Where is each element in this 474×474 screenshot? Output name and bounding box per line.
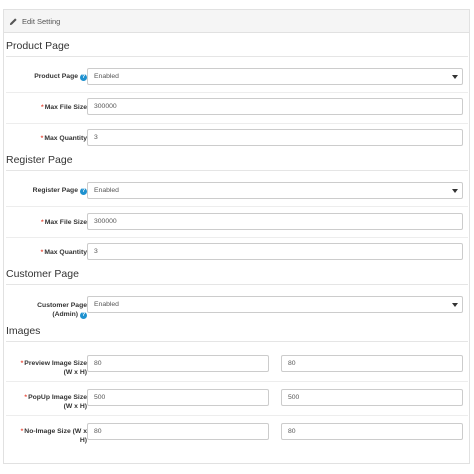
label-max-quantity: *Max Quantity bbox=[40, 249, 87, 256]
row-divider bbox=[6, 206, 468, 207]
input-value: 3 bbox=[94, 134, 98, 141]
panel-heading: Edit Setting bbox=[4, 10, 469, 33]
register-page-select[interactable]: Enabled bbox=[87, 182, 463, 199]
label-preview-image-size: *Preview Image Size (W x H) bbox=[20, 360, 87, 376]
required-marker: * bbox=[41, 219, 44, 226]
section-title-product: Product Page bbox=[6, 40, 70, 52]
help-icon[interactable]: ? bbox=[80, 188, 87, 195]
row-divider bbox=[6, 92, 468, 93]
caret-down-icon bbox=[452, 189, 458, 193]
input-value: 80 bbox=[94, 428, 102, 435]
label-max-file-size: *Max File Size bbox=[41, 219, 87, 226]
label-popup-image-size: *PopUp Image Size (W x H) bbox=[24, 394, 87, 410]
section-divider bbox=[6, 170, 468, 171]
help-icon[interactable]: ? bbox=[80, 312, 87, 319]
panel-heading-text: Edit Setting bbox=[22, 16, 61, 26]
customer-page-select[interactable]: Enabled bbox=[87, 296, 463, 313]
popup-width-input[interactable]: 500 bbox=[87, 389, 269, 406]
input-value: 80 bbox=[288, 428, 296, 435]
product-max-file-size-input[interactable]: 300000 bbox=[87, 98, 463, 115]
product-page-select[interactable]: Enabled bbox=[87, 68, 463, 85]
row-divider bbox=[6, 415, 468, 416]
register-max-file-size-input[interactable]: 300000 bbox=[87, 213, 463, 230]
preview-width-input[interactable]: 80 bbox=[87, 355, 269, 372]
input-value: 3 bbox=[94, 248, 98, 255]
section-title-customer: Customer Page bbox=[6, 268, 79, 280]
no-image-height-input[interactable]: 80 bbox=[281, 423, 463, 440]
select-value: Enabled bbox=[94, 73, 119, 80]
required-marker: * bbox=[24, 394, 28, 401]
select-value: Enabled bbox=[94, 187, 119, 194]
row-divider bbox=[6, 381, 468, 382]
label-customer-page: Customer Page (Admin)? bbox=[37, 302, 87, 319]
no-image-width-input[interactable]: 80 bbox=[87, 423, 269, 440]
pencil-icon bbox=[9, 17, 17, 25]
input-value: 80 bbox=[288, 360, 296, 367]
product-max-quantity-input[interactable]: 3 bbox=[87, 129, 463, 146]
required-marker: * bbox=[40, 249, 44, 256]
input-value: 500 bbox=[94, 394, 106, 401]
section-divider bbox=[6, 341, 468, 342]
required-marker: * bbox=[40, 135, 44, 142]
section-title-images: Images bbox=[6, 325, 41, 337]
required-marker: * bbox=[20, 360, 24, 367]
row-divider bbox=[6, 123, 468, 124]
label-max-file-size: *Max File Size bbox=[41, 104, 87, 111]
select-value: Enabled bbox=[94, 301, 119, 308]
section-title-register: Register Page bbox=[6, 154, 73, 166]
input-value: 80 bbox=[94, 360, 102, 367]
caret-down-icon bbox=[452, 75, 458, 79]
section-divider bbox=[6, 284, 468, 285]
input-value: 300000 bbox=[94, 218, 117, 225]
required-marker: * bbox=[41, 104, 44, 111]
required-marker: * bbox=[20, 428, 24, 435]
register-max-quantity-input[interactable]: 3 bbox=[87, 243, 463, 260]
row-divider bbox=[6, 237, 468, 238]
label-register-page: Register Page? bbox=[32, 187, 87, 195]
preview-height-input[interactable]: 80 bbox=[281, 355, 463, 372]
help-icon[interactable]: ? bbox=[80, 74, 87, 81]
caret-down-icon bbox=[452, 303, 458, 307]
label-product-page: Product Page? bbox=[34, 73, 87, 81]
label-no-image-size: *No-Image Size (W x H) bbox=[20, 428, 87, 444]
popup-height-input[interactable]: 500 bbox=[281, 389, 463, 406]
input-value: 500 bbox=[288, 394, 300, 401]
input-value: 300000 bbox=[94, 103, 117, 110]
label-max-quantity: *Max Quantity bbox=[40, 135, 87, 142]
section-divider bbox=[6, 56, 468, 57]
